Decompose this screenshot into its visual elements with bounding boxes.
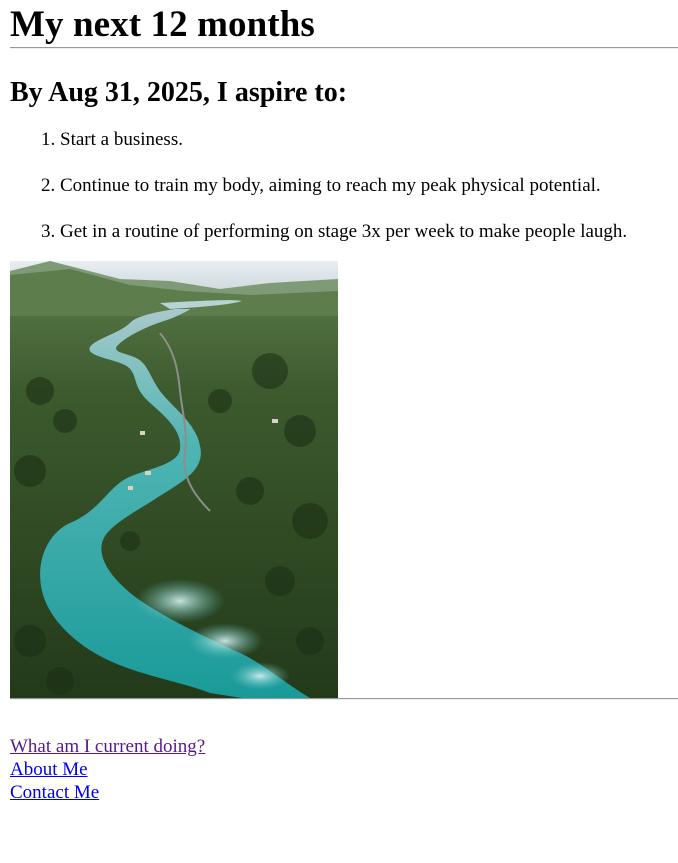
goals-list: Start a business. Continue to train my b… bbox=[10, 129, 678, 243]
divider-bottom bbox=[10, 698, 678, 700]
nav-links: What am I current doing? About Me Contac… bbox=[10, 735, 678, 804]
page-content: My next 12 months By Aug 31, 2025, I asp… bbox=[0, 3, 678, 804]
aspiration-heading: By Aug 31, 2025, I aspire to: bbox=[10, 77, 348, 108]
divider-top bbox=[10, 47, 678, 49]
link-current-doing[interactable]: What am I current doing? bbox=[10, 735, 678, 758]
link-about-me[interactable]: About Me bbox=[10, 758, 678, 781]
page-title: My next 12 months bbox=[10, 4, 315, 45]
link-contact-me[interactable]: Contact Me bbox=[10, 781, 678, 804]
river-landscape-image bbox=[10, 261, 338, 698]
goal-item: Get in a routine of performing on stage … bbox=[60, 221, 678, 243]
goal-item: Continue to train my body, aiming to rea… bbox=[60, 175, 678, 197]
goal-item: Start a business. bbox=[60, 129, 678, 151]
